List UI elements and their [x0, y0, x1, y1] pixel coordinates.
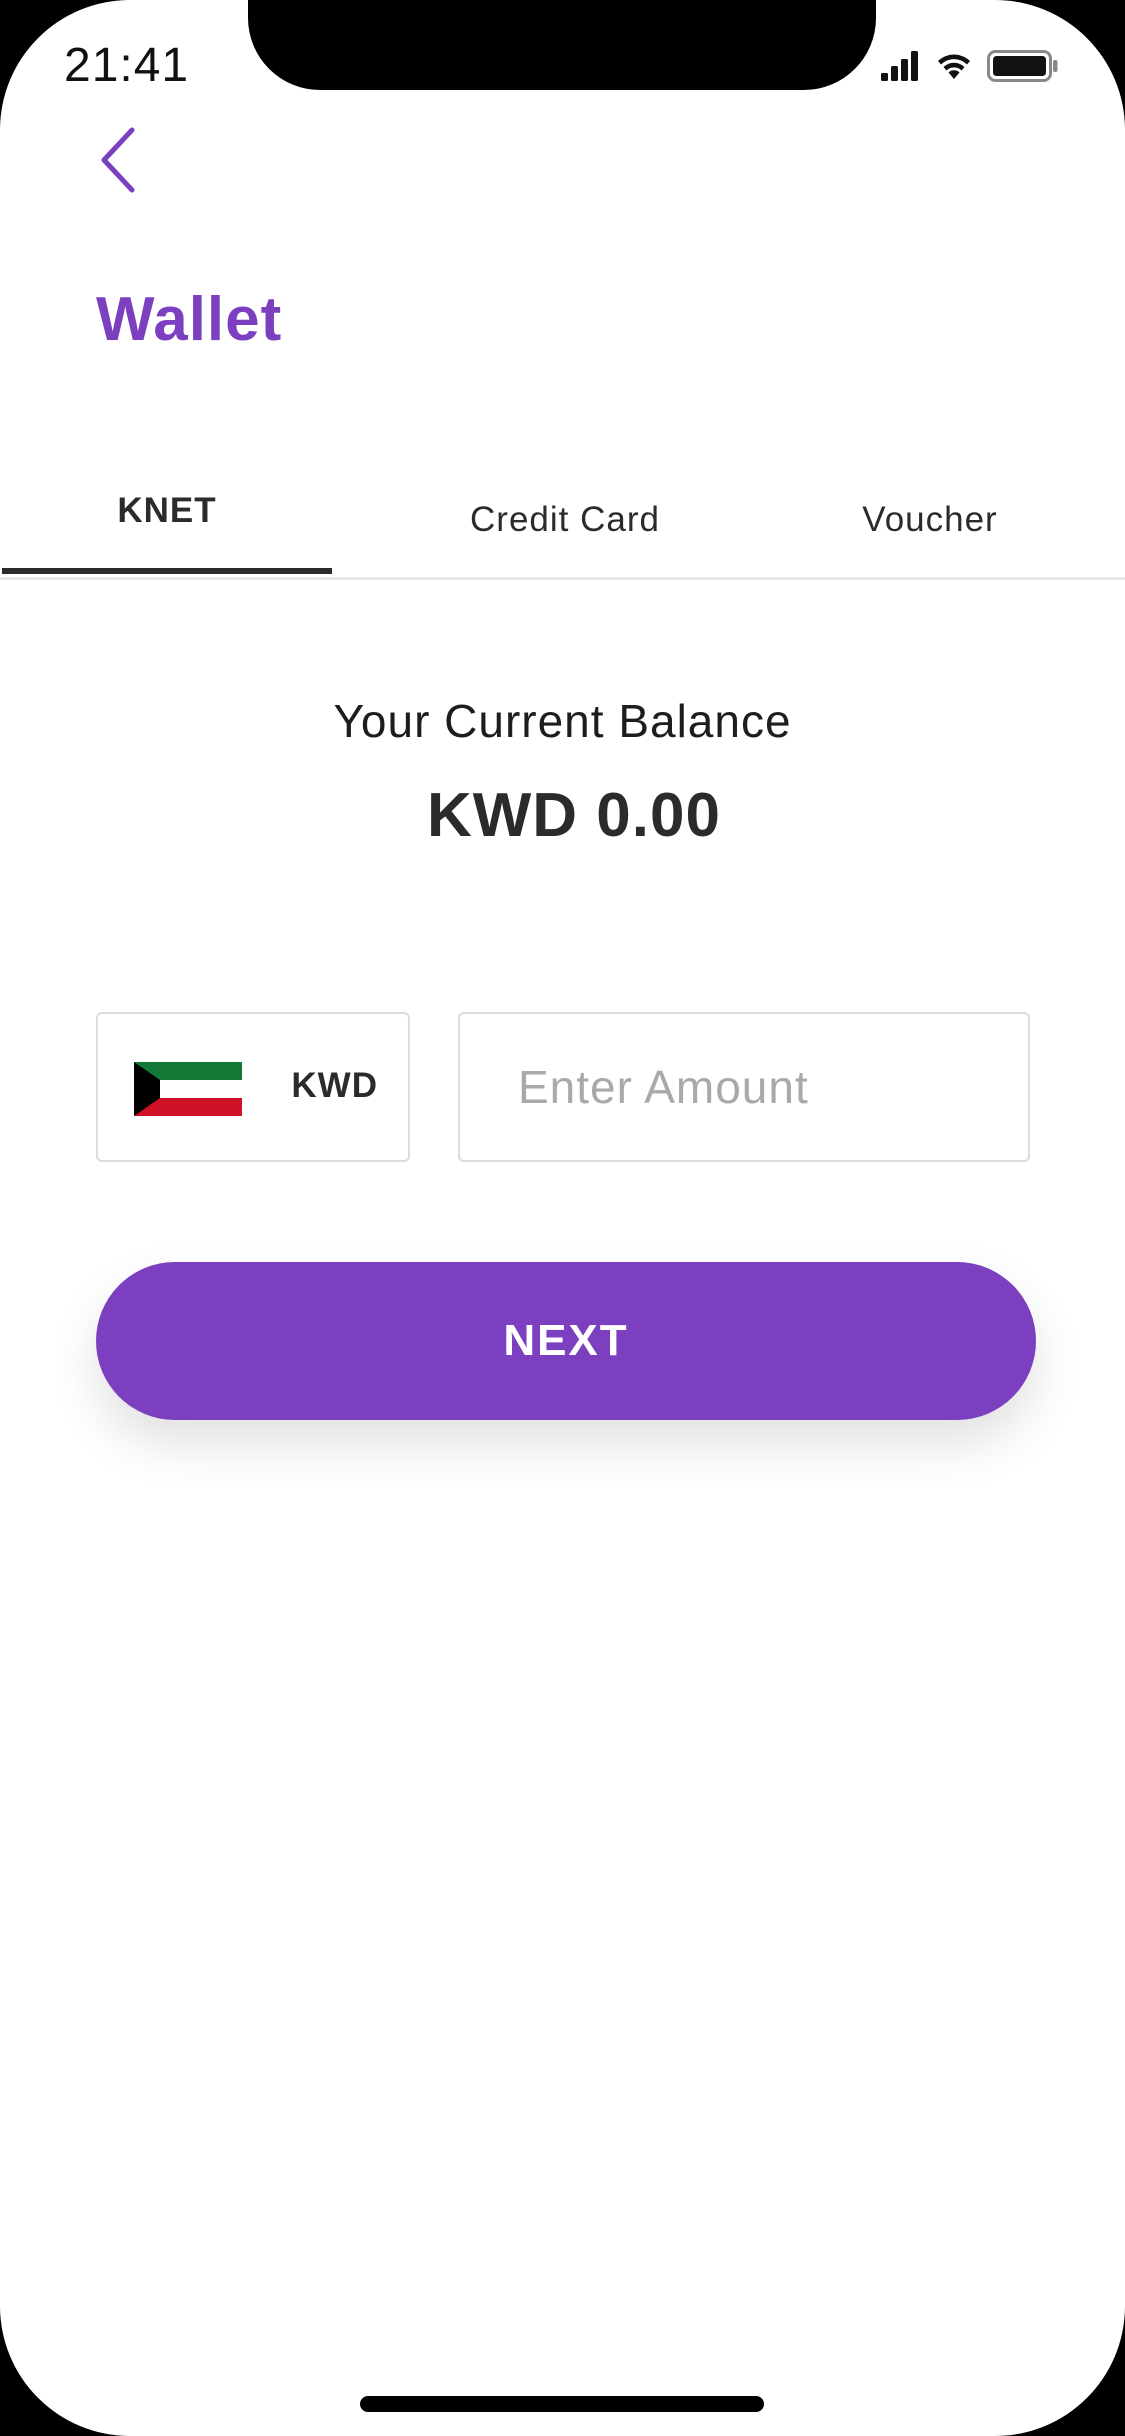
balance-value: KWD 0.00: [427, 781, 721, 850]
tab-credit-card[interactable]: Credit Card: [400, 460, 730, 580]
chevron-left-icon: [101, 127, 135, 193]
page-title: Wallet: [96, 285, 283, 354]
phone-screen: 21:41 Wallet KNET Credit Card Voucher Yo…: [0, 0, 1125, 2436]
tab-knet[interactable]: KNET: [2, 454, 332, 574]
balance-label: Your Current Balance: [333, 695, 792, 747]
signal-icon: [881, 51, 918, 81]
amount-input[interactable]: [460, 1014, 1028, 1160]
currency-selector[interactable]: KWD: [96, 1012, 410, 1162]
next-button[interactable]: NEXT: [96, 1262, 1036, 1420]
device-notch: [248, 0, 876, 90]
home-indicator[interactable]: [360, 2396, 764, 2412]
status-icons: [881, 46, 1059, 86]
currency-code: KWD: [291, 1066, 378, 1105]
back-button[interactable]: [88, 120, 148, 200]
kuwait-flag-icon: [134, 1062, 242, 1116]
payment-method-tabs: KNET Credit Card Voucher: [0, 460, 1125, 580]
wifi-icon: [938, 54, 970, 79]
battery-icon: [987, 50, 1058, 82]
amount-field[interactable]: [458, 1012, 1030, 1162]
tab-voucher[interactable]: Voucher: [800, 460, 1060, 580]
status-time: 21:41: [64, 39, 190, 92]
